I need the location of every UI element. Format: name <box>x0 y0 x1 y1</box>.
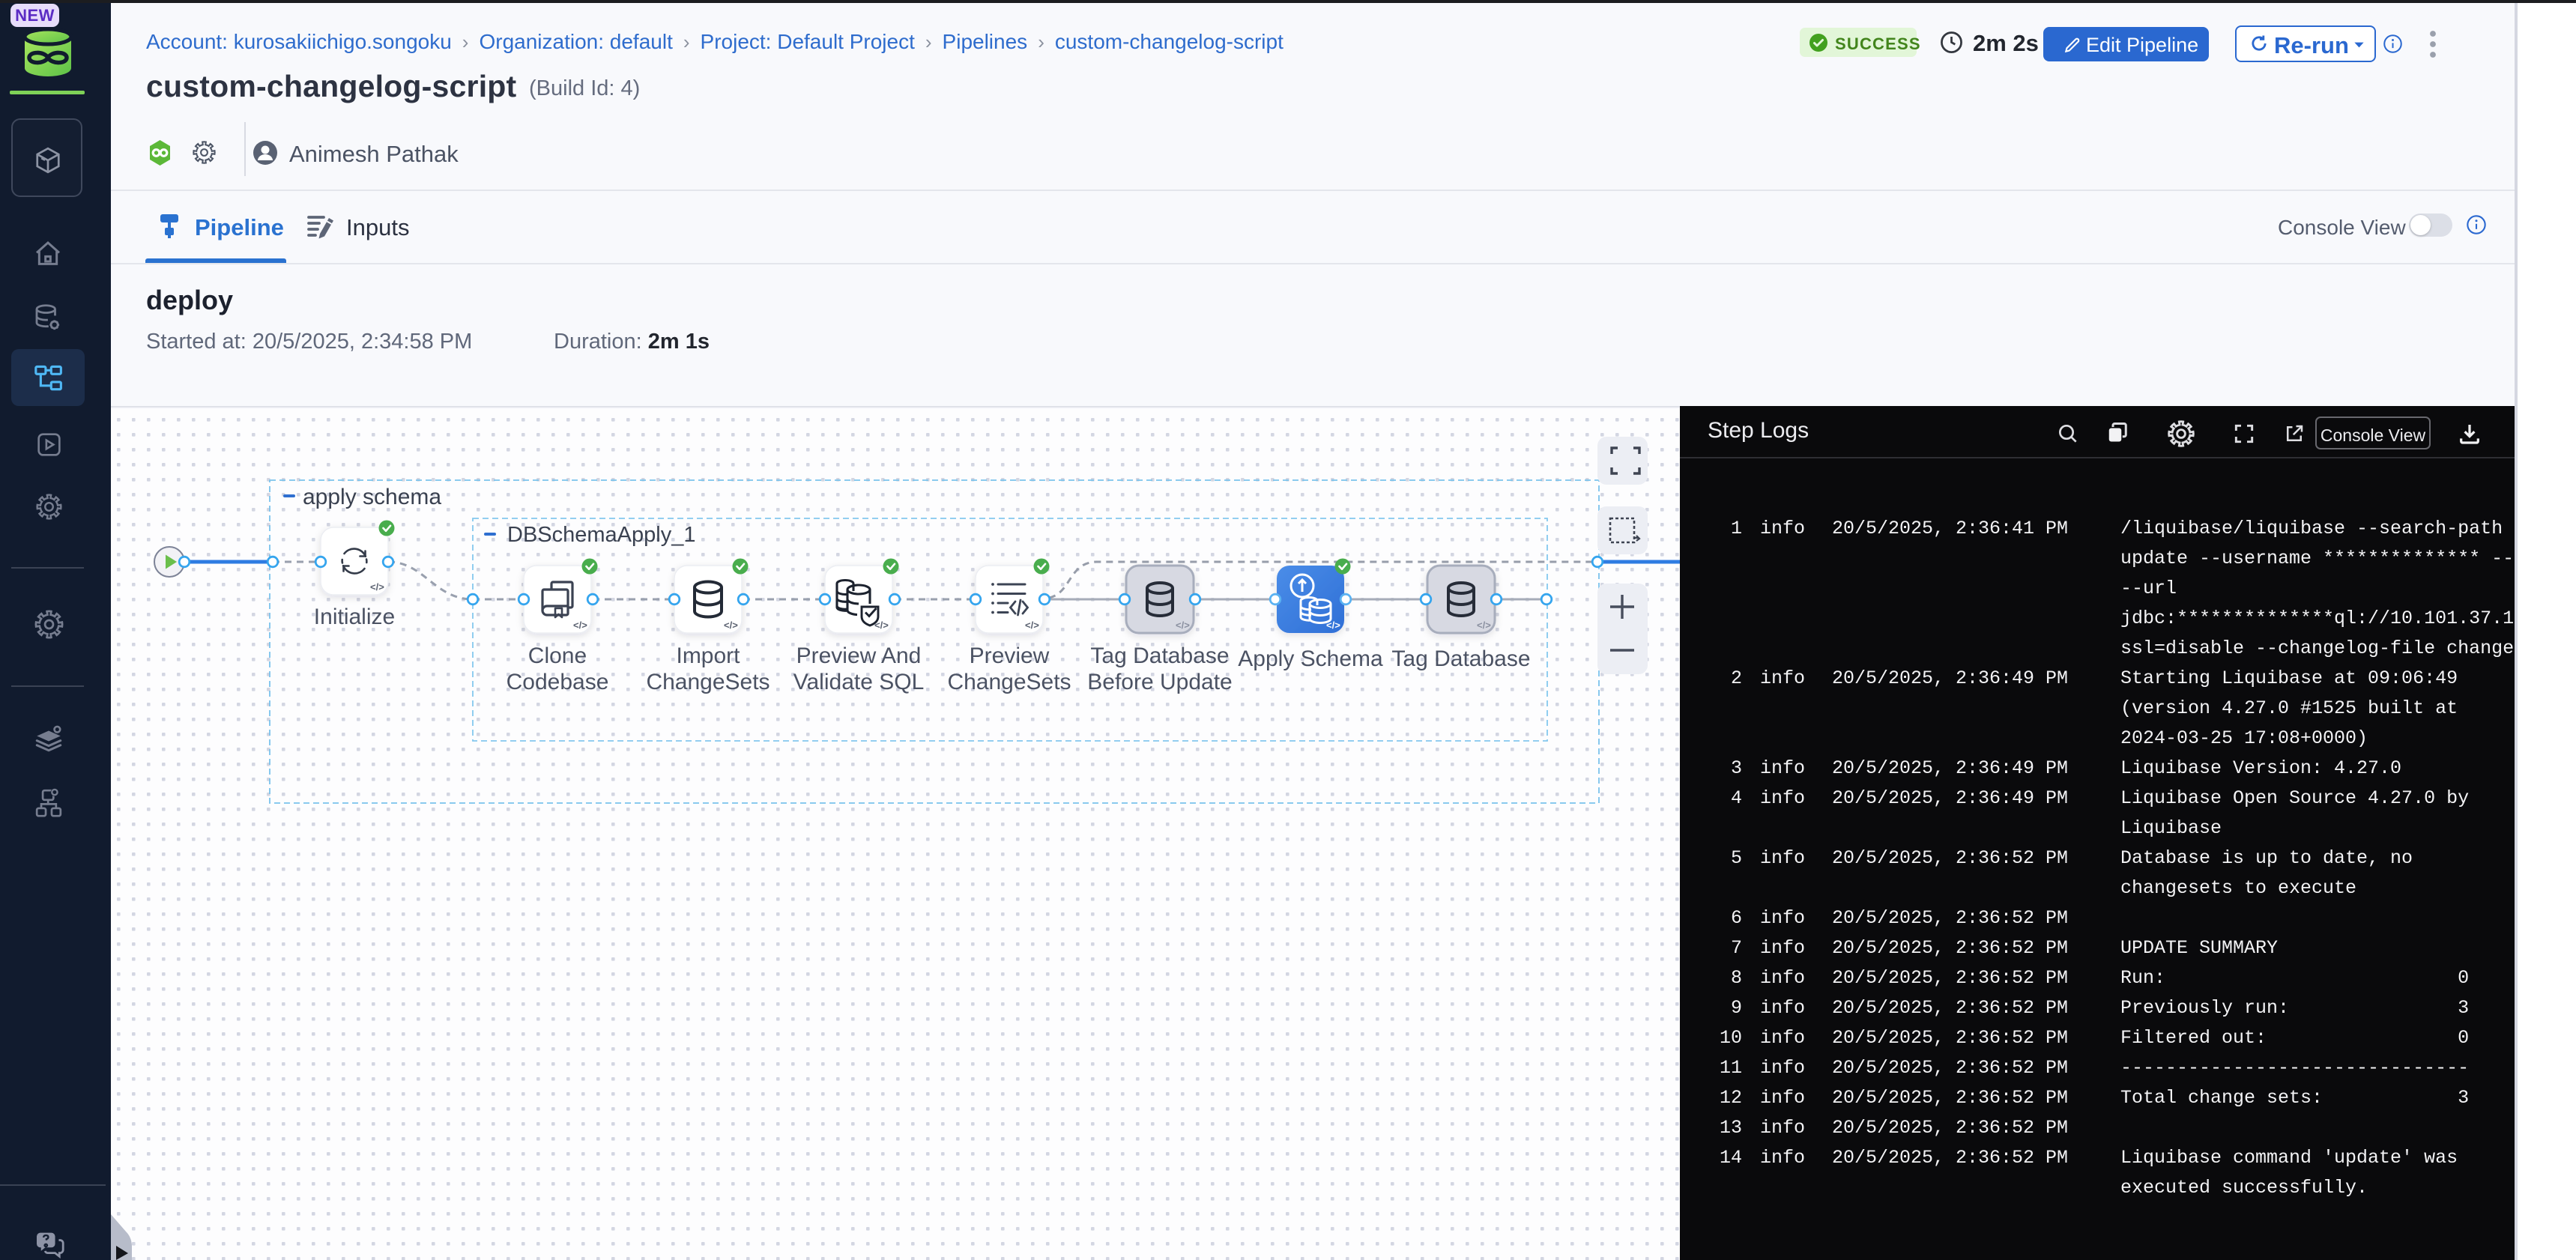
svg-text:</>: </> <box>573 620 587 631</box>
svg-text:</>: </> <box>370 581 384 593</box>
svg-text:</>: </> <box>1176 620 1190 631</box>
svg-text:</>: </> <box>1326 620 1340 631</box>
svg-text:</>: </> <box>1025 620 1039 631</box>
svg-text:</>: </> <box>874 620 889 631</box>
svg-text:</>: </> <box>1477 620 1491 631</box>
svg-text:</>: </> <box>724 620 738 631</box>
